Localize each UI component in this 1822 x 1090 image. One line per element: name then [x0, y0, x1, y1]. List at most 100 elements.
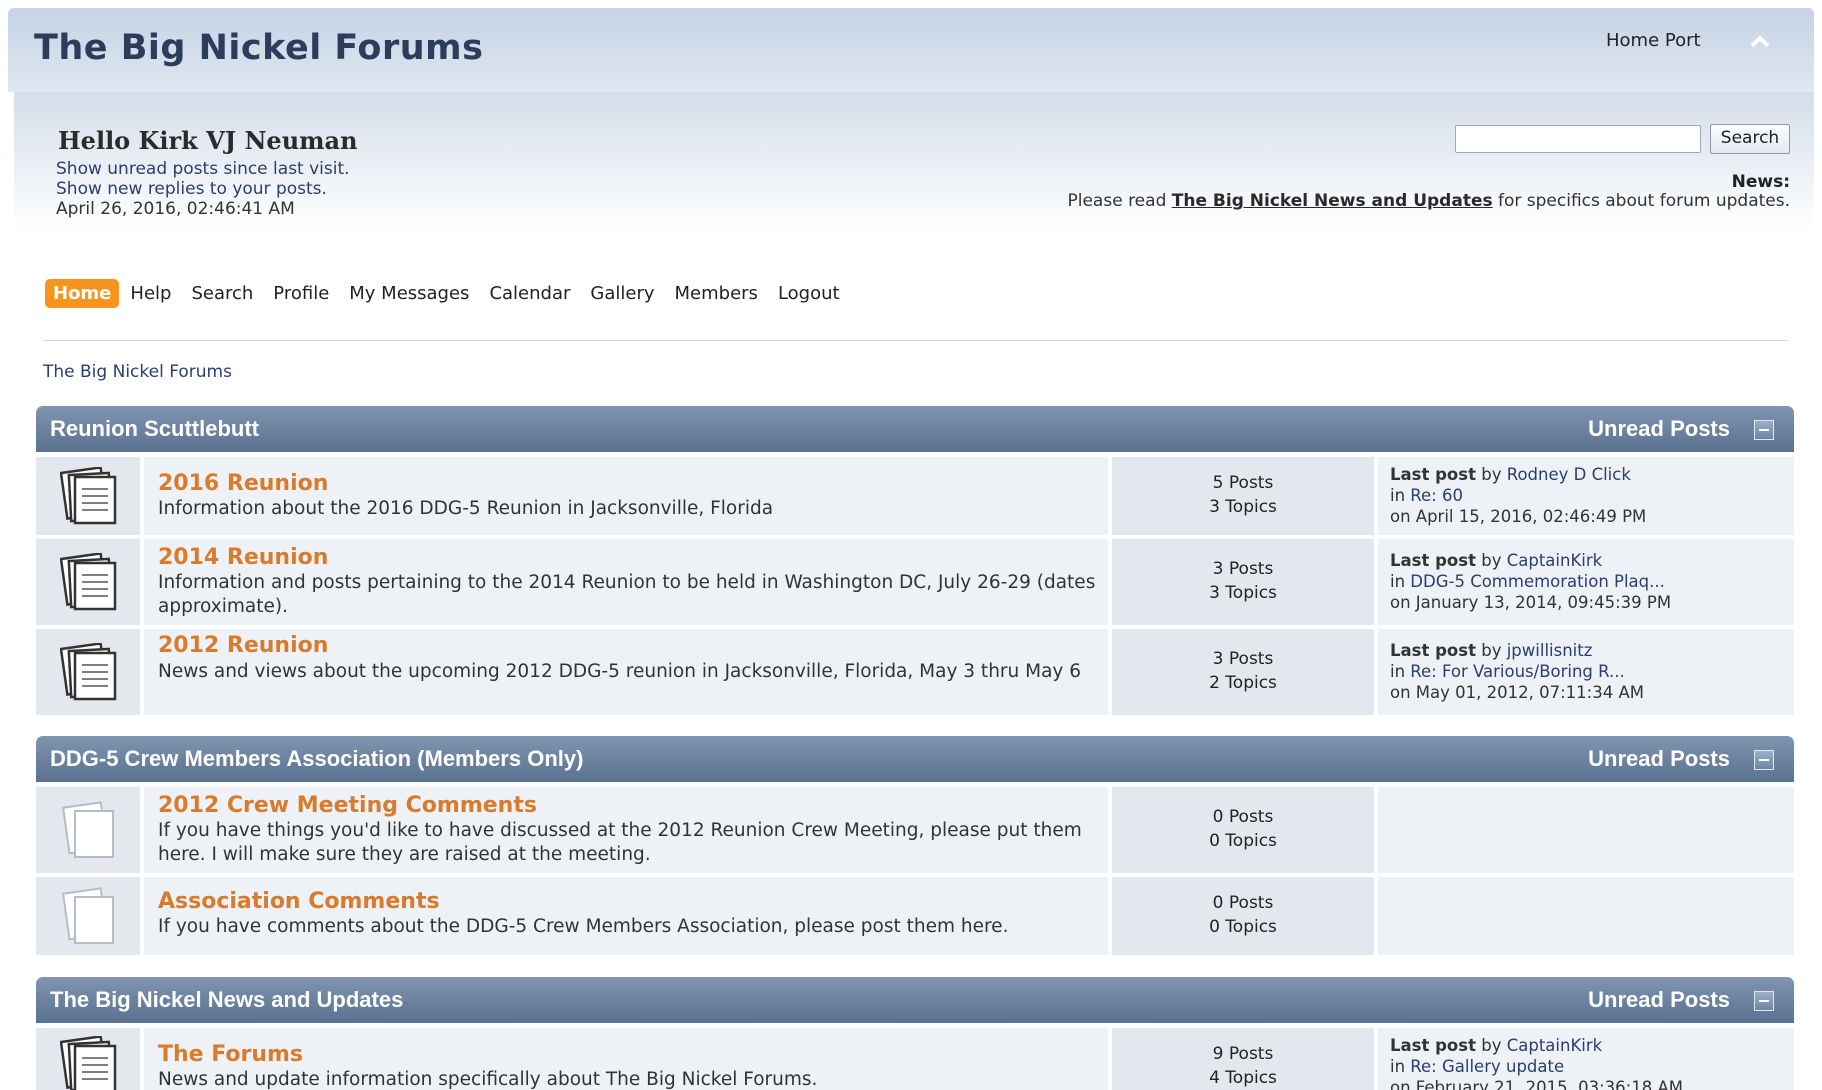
forum-title[interactable]: The Big Nickel Forums: [34, 28, 483, 68]
last-post-user[interactable]: CaptainKirk: [1507, 551, 1602, 570]
search-input[interactable]: [1455, 125, 1701, 153]
in-label: in: [1390, 1057, 1406, 1076]
category-title[interactable]: The Big Nickel News and Updates: [50, 987, 403, 1013]
last-post-line: Last post by jpwillisnitz: [1390, 641, 1592, 661]
main-menu: Home Help Search Profile My Messages Cal…: [45, 279, 851, 308]
topics-count: 4 Topics: [1209, 1068, 1277, 1088]
last-post-topic[interactable]: Re: 60: [1410, 486, 1463, 505]
unread-posts-link[interactable]: Show unread posts since last visit.: [56, 159, 350, 179]
board-title[interactable]: 2012 Crew Meeting Comments: [158, 793, 537, 818]
posts-count: 0 Posts: [1212, 807, 1274, 827]
collapse-category-icon[interactable]: [1754, 991, 1774, 1011]
by-label: by: [1481, 1036, 1502, 1055]
news-text: Please read The Big Nickel News and Upda…: [1068, 191, 1791, 211]
category-title[interactable]: Reunion Scuttlebutt: [50, 416, 259, 442]
breadcrumb[interactable]: The Big Nickel Forums: [43, 362, 232, 382]
last-post-user[interactable]: CaptainKirk: [1507, 1036, 1602, 1055]
last-post-label: Last post: [1390, 1036, 1476, 1055]
unread-posts-link[interactable]: Unread Posts: [1588, 987, 1730, 1013]
board-description: Information and posts pertaining to the …: [158, 572, 1096, 617]
board-info-cell: 2012 Reunion News and views about the up…: [144, 629, 1108, 715]
last-post-topic[interactable]: DDG-5 Commemoration Plaq...: [1410, 572, 1665, 591]
category-header: The Big Nickel News and Updates Unread P…: [36, 977, 1794, 1023]
last-post-cell: Last post by jpwillisnitz in Re: For Var…: [1378, 629, 1794, 715]
category-header: DDG-5 Crew Members Association (Members …: [36, 736, 1794, 782]
menu-profile[interactable]: Profile: [264, 279, 338, 308]
unread-posts-link[interactable]: Unread Posts: [1588, 416, 1730, 442]
news-prefix: Please read: [1067, 191, 1172, 211]
last-post-topic-line: in Re: 60: [1390, 486, 1463, 506]
last-post-topic-line: in DDG-5 Commemoration Plaq...: [1390, 572, 1665, 592]
last-post-topic[interactable]: Re: For Various/Boring R...: [1410, 662, 1624, 681]
board-new-icon[interactable]: [60, 467, 120, 527]
board-new-icon[interactable]: [60, 1036, 120, 1090]
last-post-date: on January 13, 2014, 09:45:39 PM: [1390, 593, 1672, 612]
home-port-link[interactable]: Home Port: [1606, 30, 1701, 51]
category-title[interactable]: DDG-5 Crew Members Association (Members …: [50, 746, 583, 772]
board-info-cell: 2012 Crew Meeting Comments If you have t…: [144, 787, 1108, 873]
posts-count: 9 Posts: [1212, 1044, 1274, 1064]
topics-count: 0 Topics: [1209, 831, 1277, 851]
collapse-category-icon[interactable]: [1754, 420, 1774, 440]
board-stats-cell: 3 Posts 2 Topics: [1112, 629, 1374, 715]
last-post-date: on May 01, 2012, 07:11:34 AM: [1390, 683, 1644, 702]
board-description: If you have comments about the DDG-5 Cre…: [158, 916, 1009, 937]
last-post-label: Last post: [1390, 551, 1476, 570]
board-description: News and update information specifically…: [158, 1069, 818, 1090]
posts-count: 3 Posts: [1212, 559, 1274, 579]
last-post-user[interactable]: jpwillisnitz: [1507, 641, 1593, 660]
menu-my-messages[interactable]: My Messages: [340, 279, 478, 308]
board-icon-cell: [36, 877, 140, 955]
search-button[interactable]: Search: [1710, 124, 1790, 154]
board-title[interactable]: Association Comments: [158, 889, 440, 914]
menu-help[interactable]: Help: [121, 279, 180, 308]
board-new-icon[interactable]: [60, 643, 120, 703]
board-stats-cell: 5 Posts 3 Topics: [1112, 457, 1374, 535]
board-description: News and views about the upcoming 2012 D…: [158, 661, 1082, 682]
board-title[interactable]: 2016 Reunion: [158, 471, 328, 496]
menu-search[interactable]: Search: [182, 279, 262, 308]
last-post-cell: [1378, 787, 1794, 873]
board-stats-cell: 0 Posts 0 Topics: [1112, 877, 1374, 955]
board-stats-cell: 3 Posts 3 Topics: [1112, 539, 1374, 625]
news-link[interactable]: The Big Nickel News and Updates: [1172, 191, 1493, 211]
menu-calendar[interactable]: Calendar: [480, 279, 579, 308]
in-label: in: [1390, 486, 1406, 505]
board-icon-cell: [36, 629, 140, 715]
board-stats-cell: 0 Posts 0 Topics: [1112, 787, 1374, 873]
board-new-icon[interactable]: [60, 553, 120, 613]
topics-count: 2 Topics: [1209, 673, 1277, 693]
last-post-cell: [1378, 877, 1794, 955]
unread-posts-link[interactable]: Unread Posts: [1588, 746, 1730, 772]
board-description: Information about the 2016 DDG-5 Reunion…: [158, 498, 774, 519]
menu-members[interactable]: Members: [666, 279, 767, 308]
topics-count: 3 Topics: [1209, 583, 1277, 603]
news-suffix: for specifics about forum updates.: [1492, 191, 1790, 211]
last-post-topic-line: in Re: For Various/Boring R...: [1390, 662, 1625, 682]
board-empty-icon[interactable]: [60, 801, 120, 861]
board-icon-cell: [36, 457, 140, 535]
collapse-category-icon[interactable]: [1754, 750, 1774, 770]
board-title[interactable]: 2014 Reunion: [158, 545, 328, 570]
last-post-cell: Last post by CaptainKirk in DDG-5 Commem…: [1378, 539, 1794, 625]
board-empty-icon[interactable]: [60, 887, 120, 947]
last-post-cell: Last post by CaptainKirk in Re: Gallery …: [1378, 1028, 1794, 1090]
last-post-topic-line: in Re: Gallery update: [1390, 1057, 1564, 1077]
menu-gallery[interactable]: Gallery: [581, 279, 663, 308]
last-post-date: on February 21, 2015, 03:36:18 AM: [1390, 1078, 1683, 1090]
menu-home[interactable]: Home: [45, 279, 120, 308]
last-post-topic[interactable]: Re: Gallery update: [1410, 1057, 1564, 1076]
board-title[interactable]: The Forums: [158, 1042, 303, 1067]
menu-logout[interactable]: Logout: [769, 279, 849, 308]
board-title[interactable]: 2012 Reunion: [158, 633, 328, 658]
posts-count: 0 Posts: [1212, 893, 1274, 913]
topics-count: 0 Topics: [1209, 917, 1277, 937]
news-label: News:: [1731, 172, 1790, 192]
new-replies-link[interactable]: Show new replies to your posts.: [56, 179, 327, 199]
board-stats-cell: 9 Posts 4 Topics: [1112, 1028, 1374, 1090]
board-description: If you have things you'd like to have di…: [158, 820, 1082, 865]
user-greeting: Hello Kirk VJ Neuman: [58, 126, 358, 155]
chevron-up-icon[interactable]: [1748, 30, 1772, 54]
board-info-cell: 2014 Reunion Information and posts perta…: [144, 539, 1108, 625]
last-post-user[interactable]: Rodney D Click: [1507, 465, 1631, 484]
